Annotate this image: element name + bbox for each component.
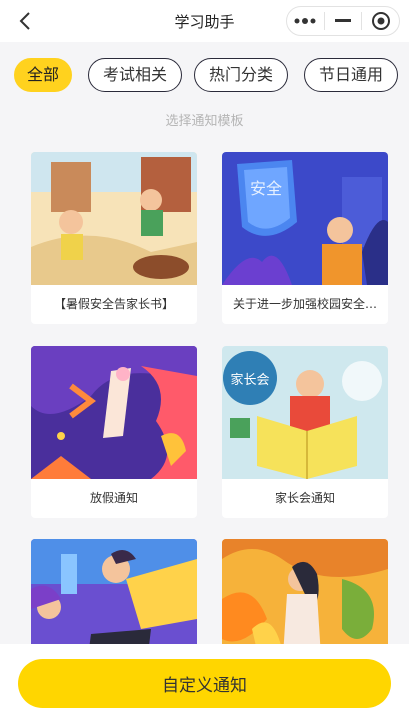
template-card[interactable]: 家长会 家长会通知 (222, 346, 388, 518)
nav-bar: 学习助手 (0, 0, 409, 42)
template-card[interactable]: 放假通知 (31, 346, 197, 518)
filter-chip-popular[interactable]: 热门分类 (194, 58, 288, 92)
template-card[interactable]: 【暑假安全告家长书】 (31, 152, 197, 324)
template-image: 安全 (222, 152, 388, 285)
template-image (31, 346, 197, 479)
bottom-action-bar: 自定义通知 (0, 644, 409, 722)
minimize-icon[interactable] (325, 7, 362, 35)
more-icon[interactable] (287, 7, 324, 35)
template-card[interactable]: 安全 关于进一步加强校园安全… (222, 152, 388, 324)
template-title: 家长会通知 (274, 491, 335, 505)
shield-badge-text: 安全 (250, 179, 282, 198)
template-title: 【暑假安全告家长书】 (53, 297, 174, 311)
filter-chip-exam[interactable]: 考试相关 (88, 58, 182, 92)
custom-notice-button[interactable]: 自定义通知 (18, 659, 391, 708)
close-target-icon[interactable] (362, 7, 399, 35)
template-image: 家长会 (222, 346, 388, 479)
filter-chip-all[interactable]: 全部 (14, 58, 72, 92)
template-title: 关于进一步加强校园安全… (232, 297, 377, 311)
mini-program-capsule (286, 6, 400, 36)
filter-chip-holiday[interactable]: 节日通用 (304, 58, 398, 92)
template-title: 放假通知 (89, 491, 138, 505)
template-image (31, 152, 197, 285)
section-subtitle: 选择通知模板 (165, 114, 244, 129)
category-filters: 全部 考试相关 热门分类 节日通用 (14, 58, 399, 92)
parent-meeting-badge-text: 家长会 (230, 372, 269, 388)
